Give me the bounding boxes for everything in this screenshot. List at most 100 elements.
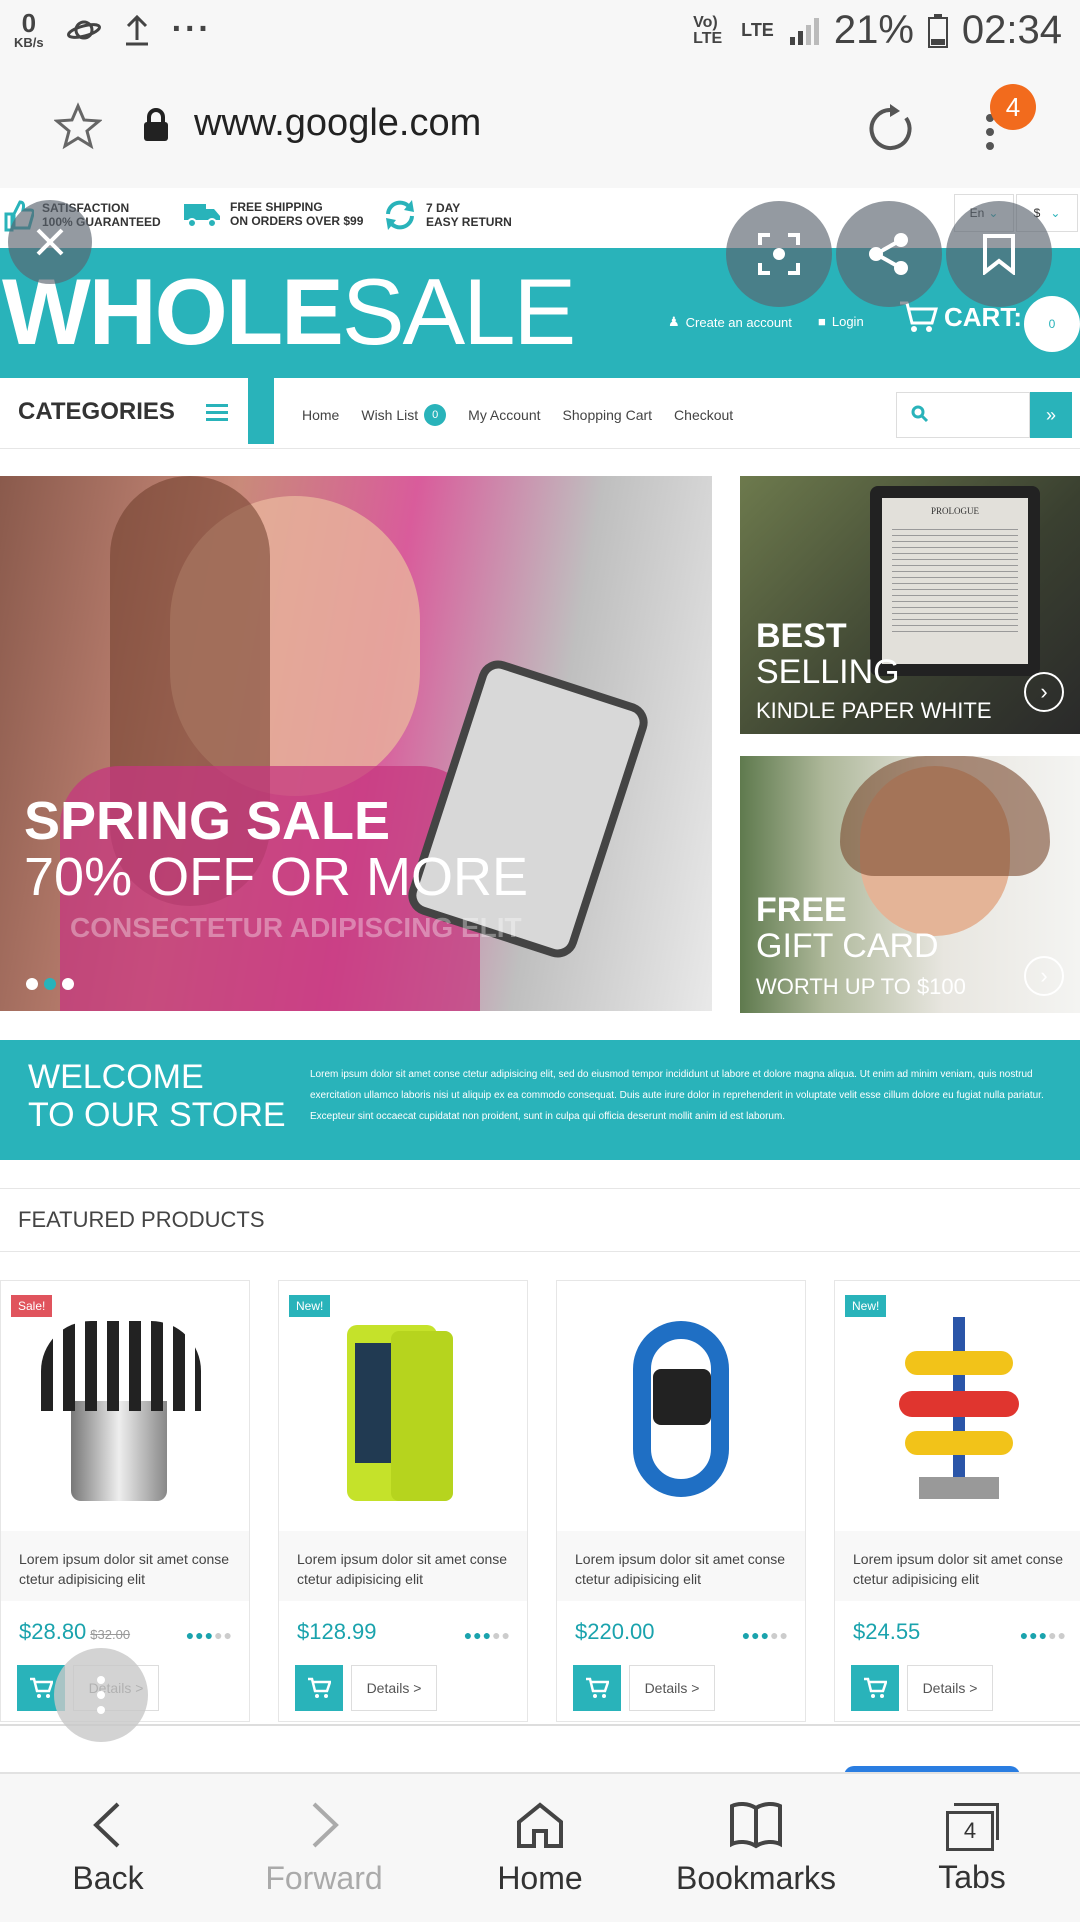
address-bar: www.google.com 4 — [0, 62, 1080, 190]
menu-notification-badge: 4 — [990, 84, 1036, 130]
bookmarks-button[interactable]: Bookmarks — [648, 1774, 864, 1922]
nav-shopping-cart[interactable]: Shopping Cart — [563, 407, 653, 423]
truck-icon — [184, 204, 220, 228]
hero-title: SPRING SALE — [24, 791, 391, 851]
gift-card-banner[interactable]: FREE GIFT CARD WORTH UP TO $100 › — [740, 756, 1080, 1013]
product-card[interactable]: New! Lorem ipsum dolor sit amet conse ct… — [278, 1280, 528, 1722]
product-image[interactable] — [835, 1281, 1080, 1531]
floating-menu-button[interactable] — [54, 1648, 148, 1742]
nav-my-account[interactable]: My Account — [468, 407, 540, 423]
bookmark-icon — [983, 234, 1015, 275]
nav-wish-list[interactable]: Wish List 0 — [361, 404, 447, 426]
chevron-right-icon[interactable]: › — [1024, 672, 1064, 712]
nav-checkout[interactable]: Checkout — [674, 407, 733, 423]
chevron-right-icon[interactable]: › — [1024, 956, 1064, 996]
add-to-cart-button[interactable] — [851, 1665, 899, 1711]
tabs-button[interactable]: 4 Tabs — [864, 1774, 1080, 1922]
search-button[interactable]: » — [1030, 392, 1072, 438]
user-icon: ♟ — [668, 314, 680, 329]
network-speed: 0 KB/s — [14, 8, 44, 50]
product-desc[interactable]: Lorem ipsum dolor sit amet conse ctetur … — [297, 1549, 511, 1589]
cart-icon — [30, 1677, 54, 1698]
best-selling-title: BEST SELLING — [756, 617, 900, 691]
featured-title: FEATURED PRODUCTS — [18, 1207, 265, 1232]
product-price: $128.99 — [297, 1619, 377, 1644]
product-desc[interactable]: Lorem ipsum dolor sit amet conse ctetur … — [853, 1549, 1067, 1589]
welcome-text: Lorem ipsum dolor sit amet conse ctetur … — [310, 1069, 1044, 1122]
details-button[interactable]: Details > — [351, 1665, 437, 1711]
hamburger-icon[interactable] — [206, 404, 228, 422]
product-image[interactable] — [557, 1281, 805, 1531]
product-rating: ●●●●● — [463, 1627, 511, 1643]
product-card[interactable]: New! Lorem ipsum dolor sit amet conse ct… — [834, 1280, 1080, 1722]
gift-card-subtitle: WORTH UP TO $100 — [756, 974, 966, 999]
return-arrows-icon — [386, 200, 414, 230]
clock: 02:34 — [961, 8, 1062, 52]
cart-icon — [864, 1677, 888, 1698]
categories-label[interactable]: CATEGORIES — [18, 398, 175, 426]
product-badge: New! — [289, 1295, 331, 1317]
browser-bottom-nav: Back Forward Home Bookmarks 4 Tabs — [0, 1772, 1080, 1922]
cart-icon — [586, 1677, 610, 1698]
pagination-dot-active[interactable] — [44, 978, 56, 990]
details-button[interactable]: Details > — [629, 1665, 715, 1711]
feature-easy-return: 7 DAY EASY RETURN — [382, 198, 512, 232]
feature-free-shipping: FREE SHIPPING ON ORDERS OVER $99 — [182, 198, 363, 230]
product-image[interactable] — [279, 1281, 527, 1531]
back-button[interactable]: Back — [0, 1774, 216, 1922]
add-to-cart-button[interactable] — [295, 1665, 343, 1711]
product-badge: New! — [845, 1295, 887, 1317]
forward-button[interactable]: Forward — [216, 1774, 432, 1922]
web-page: SATISFACTION 100% GUARANTEED FREE SHIPPIN… — [0, 188, 1080, 1772]
bookmark-button[interactable] — [946, 201, 1052, 307]
product-image[interactable] — [1, 1281, 249, 1531]
best-selling-banner[interactable]: PROLOGUE BEST SELLING KINDLE PAPER WHITE … — [740, 476, 1080, 734]
product-card[interactable]: Lorem ipsum dolor sit amet conse ctetur … — [556, 1280, 806, 1722]
product-price: $24.55 — [853, 1619, 921, 1644]
site-logo[interactable]: WHOLESALE — [2, 262, 576, 362]
chevron-right-icon — [312, 1802, 339, 1847]
search-icon — [911, 405, 929, 423]
lock-icon — [144, 108, 168, 141]
scan-button[interactable] — [726, 201, 832, 307]
tabs-icon: 4 — [944, 1801, 1000, 1851]
hero-banner[interactable]: SPRING SALE 70% OFF OR MORE CONSECTETUR … — [0, 476, 712, 1011]
volte-indicator: Vo) LTE — [693, 13, 723, 47]
nav-accent — [248, 378, 274, 444]
nav-home[interactable]: Home — [302, 407, 339, 423]
book-icon — [730, 1801, 782, 1848]
cart-count: 0 — [1024, 296, 1080, 352]
welcome-strip: WELCOME TO OUR STORE Lorem ipsum dolor si… — [0, 1040, 1080, 1160]
reload-icon[interactable] — [866, 104, 916, 154]
signal-icon — [789, 17, 819, 45]
pagination-dot[interactable] — [62, 978, 74, 990]
search-input[interactable] — [896, 392, 1030, 438]
share-icon — [869, 233, 908, 275]
pagination-dot[interactable] — [26, 978, 38, 990]
product-desc[interactable]: Lorem ipsum dolor sit amet conse ctetur … — [575, 1549, 789, 1589]
url-text[interactable]: www.google.com — [194, 102, 481, 145]
featured-header: FEATURED PRODUCTS — [0, 1188, 1080, 1252]
status-bar: 0 KB/s ··· Vo) LTE LTE 21% 02:34 — [0, 0, 1080, 62]
product-rating: ●●●●● — [185, 1627, 233, 1643]
category-nav: CATEGORIES Home Wish List 0 My Account Sh… — [0, 378, 1080, 449]
login-link[interactable]: ■ Login — [818, 314, 864, 329]
chevron-left-icon — [93, 1802, 120, 1847]
share-button[interactable] — [836, 201, 942, 307]
details-button[interactable]: Details > — [907, 1665, 993, 1711]
wishlist-count: 0 — [424, 404, 447, 426]
create-account-link[interactable]: ♟ Create an account — [668, 314, 792, 330]
close-icon — [36, 228, 64, 256]
hero-pagination[interactable] — [26, 978, 74, 990]
star-icon[interactable] — [54, 102, 102, 150]
cart-icon — [308, 1677, 332, 1698]
product-desc[interactable]: Lorem ipsum dolor sit amet conse ctetur … — [19, 1549, 233, 1589]
battery-percent: 21% — [833, 8, 914, 52]
cart-icon — [900, 301, 938, 332]
upload-icon — [125, 14, 148, 45]
best-selling-subtitle: KINDLE PAPER WHITE — [756, 698, 992, 723]
add-to-cart-button[interactable] — [573, 1665, 621, 1711]
hero-caption: CONSECTETUR ADIPISCING ELIT — [70, 912, 522, 943]
home-button[interactable]: Home — [432, 1774, 648, 1922]
close-overlay-button[interactable] — [8, 200, 92, 284]
